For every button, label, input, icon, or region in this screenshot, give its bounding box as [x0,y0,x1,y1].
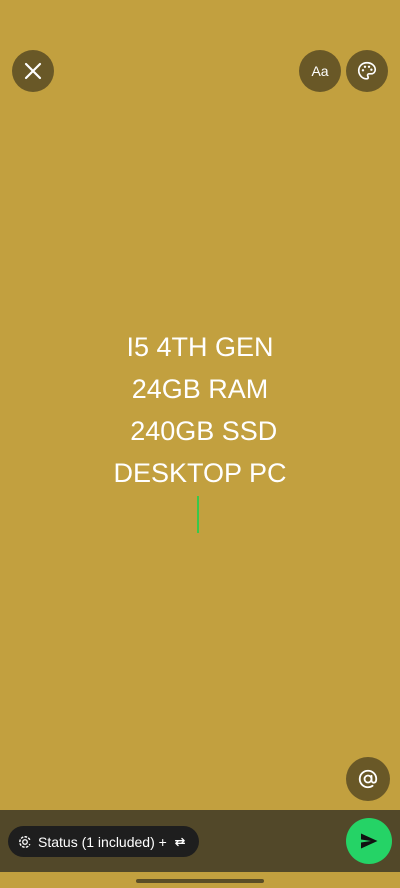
at-sign-icon [358,769,378,789]
home-indicator[interactable] [136,879,264,883]
mention-button[interactable] [346,757,390,801]
close-button[interactable] [12,50,54,92]
status-text-content[interactable]: I5 4TH GEN 24GB RAM 240GB SSD DESKTOP PC [0,326,400,494]
repeat-icon [173,835,187,849]
status-audience-label: Status (1 included) + [38,833,167,850]
status-audience-chip[interactable]: Status (1 included) + [8,826,199,857]
text-cursor [197,496,199,533]
status-text-line: I5 4TH GEN [126,332,274,362]
status-composer-screen: Aa I5 4TH GEN 24GB RAM 240GB SSD DESKTOP… [0,0,400,888]
status-text-line: DESKTOP PC [113,458,287,488]
send-button[interactable] [346,818,392,864]
send-icon [361,833,378,849]
status-ring-icon [18,835,32,849]
font-style-label: Aa [311,63,329,79]
palette-icon [357,61,377,80]
status-text-line: 24GB RAM [131,374,269,404]
close-icon [24,62,42,80]
font-style-button[interactable]: Aa [299,50,341,92]
background-color-button[interactable] [346,50,388,92]
status-text-line: 240GB SSD [122,416,278,446]
